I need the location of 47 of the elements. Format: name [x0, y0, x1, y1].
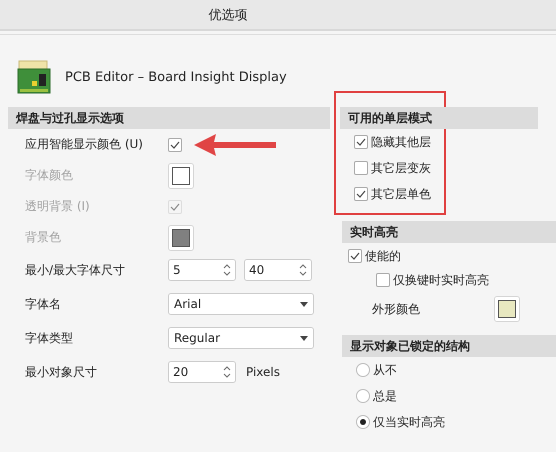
- option-label: 字体颜色: [25, 167, 74, 184]
- option-label: 其它层变灰: [371, 160, 431, 176]
- dropdown[interactable]: Arial: [168, 293, 314, 315]
- option-label: 仅换键时实时高亮: [393, 272, 489, 288]
- option-label: 背景色: [25, 229, 62, 246]
- option-label: 最小/最大字体尺寸: [25, 262, 126, 278]
- radio-button[interactable]: [356, 415, 370, 429]
- section-header: 可用的单层模式: [340, 107, 538, 129]
- checkbox[interactable]: [354, 135, 368, 149]
- number-field[interactable]: 40: [244, 259, 312, 281]
- option-label: 最小对象尺寸: [25, 364, 98, 380]
- caret-icon: [300, 302, 308, 306]
- checkbox[interactable]: [354, 187, 368, 201]
- option-label: 仅当实时高亮: [373, 414, 445, 430]
- unit-label: Pixels: [246, 365, 280, 379]
- option-label: 外形颜色: [372, 300, 421, 318]
- option-label: 字体名: [25, 296, 62, 312]
- circuit-board-icon: [17, 60, 51, 94]
- option-label: 使能的: [365, 248, 401, 264]
- checkbox[interactable]: [354, 161, 368, 175]
- spin-arrows-icon[interactable]: [223, 263, 231, 277]
- option-label: 从不: [373, 362, 397, 378]
- number-field[interactable]: 5: [168, 259, 236, 281]
- page-title: PCB Editor – Board Insight Display: [65, 70, 287, 84]
- dropdown[interactable]: Regular: [168, 327, 314, 349]
- section-header: 显示对象已锁定的结构: [342, 335, 556, 357]
- option-label: 总是: [373, 388, 397, 404]
- checkbox[interactable]: [168, 138, 182, 152]
- radio-button[interactable]: [356, 363, 370, 377]
- option-label: 字体类型: [25, 330, 74, 346]
- checkbox[interactable]: [376, 273, 390, 287]
- color-swatch[interactable]: [168, 162, 194, 188]
- color-swatch[interactable]: [494, 296, 520, 322]
- spin-arrows-icon[interactable]: [223, 365, 231, 379]
- option-label: 其它层单色: [371, 186, 431, 202]
- section-header: 焊盘与过孔显示选项: [8, 107, 330, 129]
- spin-arrows-icon[interactable]: [299, 263, 307, 277]
- radio-button[interactable]: [356, 389, 370, 403]
- color-swatch[interactable]: [168, 224, 194, 250]
- number-field[interactable]: 20: [168, 361, 236, 383]
- caret-icon: [300, 336, 308, 340]
- option-label: 透明背景 (I): [25, 198, 91, 215]
- option-label: 应用智能显示颜色 (U): [25, 136, 144, 153]
- checkbox[interactable]: [348, 249, 362, 263]
- window-title: 优选项: [208, 6, 248, 24]
- option-label: 隐藏其他层: [371, 134, 431, 150]
- section-header: 实时高亮: [342, 221, 556, 243]
